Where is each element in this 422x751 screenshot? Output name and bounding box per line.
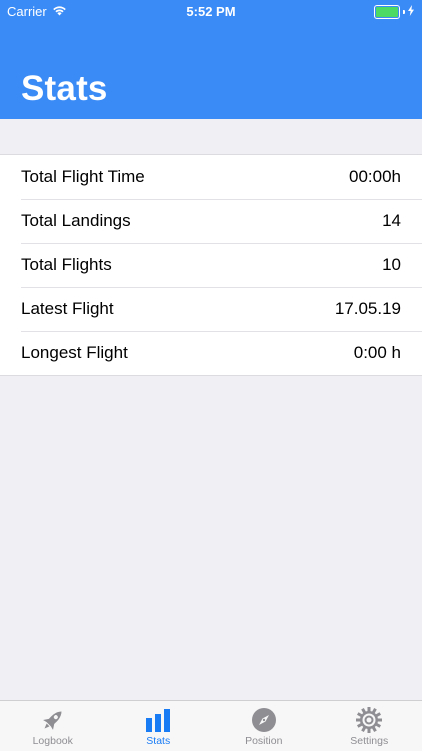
stat-row: Total Flight Time 00:00h — [0, 155, 422, 199]
tab-label: Stats — [146, 735, 170, 747]
stat-value: 10 — [382, 255, 401, 275]
stat-label: Latest Flight — [21, 299, 114, 319]
stat-value: 00:00h — [349, 167, 401, 187]
stat-label: Longest Flight — [21, 343, 128, 363]
tab-label: Logbook — [33, 735, 73, 747]
tab-label: Settings — [350, 735, 388, 747]
tab-logbook[interactable]: Logbook — [0, 701, 106, 751]
battery-tip — [403, 10, 405, 14]
battery-icon — [374, 5, 400, 19]
navigation-header: Carrier 5:52 PM Stats — [0, 0, 422, 119]
stat-row: Longest Flight 0:00 h — [0, 331, 422, 375]
stat-label: Total Flight Time — [21, 167, 145, 187]
tab-position[interactable]: Position — [211, 701, 317, 751]
stat-value: 17.05.19 — [335, 299, 401, 319]
gear-icon — [355, 706, 383, 734]
stat-value: 14 — [382, 211, 401, 231]
page-title: Stats — [21, 69, 108, 109]
rocket-icon — [39, 706, 67, 734]
battery-indicator — [374, 4, 414, 19]
tab-settings[interactable]: Settings — [317, 701, 422, 751]
stat-label: Total Landings — [21, 211, 131, 231]
charging-bolt-icon — [408, 4, 414, 19]
stat-row: Total Flights 10 — [0, 243, 422, 287]
battery-level — [376, 7, 398, 17]
status-time: 5:52 PM — [0, 4, 422, 19]
tab-stats[interactable]: Stats — [106, 701, 212, 751]
stats-table: Total Flight Time00:00hTotal Landings14T… — [0, 154, 422, 376]
tab-label: Position — [245, 735, 282, 747]
stat-label: Total Flights — [21, 255, 112, 275]
stat-row: Total Landings 14 — [0, 199, 422, 243]
bar-chart-icon — [144, 706, 172, 734]
stat-value: 0:00 h — [354, 343, 401, 363]
status-bar: Carrier 5:52 PM — [0, 0, 422, 24]
compass-icon — [250, 706, 278, 734]
stat-row: Latest Flight 17.05.19 — [0, 287, 422, 331]
tab-bar: Logbook Stats Position Settings — [0, 700, 422, 751]
